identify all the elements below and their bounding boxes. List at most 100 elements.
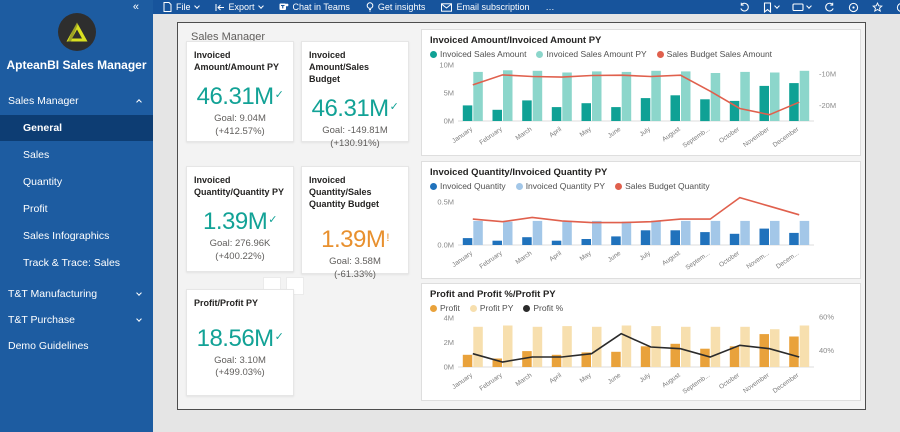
bar[interactable]: [770, 221, 780, 245]
bar[interactable]: [760, 229, 770, 245]
get-insights-button[interactable]: Get insights: [366, 2, 426, 12]
kpi-card-invoiced-quantity-py[interactable]: Invoiced Quantity/Quantity PY 1.39M✓ Goa…: [186, 166, 294, 272]
sidebar-item-profit[interactable]: Profit: [0, 196, 153, 222]
legend-item[interactable]: Profit: [430, 303, 460, 313]
chat-in-teams-button[interactable]: Chat in Teams: [279, 2, 350, 12]
bar[interactable]: [522, 100, 532, 121]
bar[interactable]: [611, 107, 621, 121]
bar[interactable]: [463, 355, 473, 367]
bar[interactable]: [592, 71, 602, 121]
bar[interactable]: [562, 73, 572, 122]
bar[interactable]: [681, 221, 691, 245]
bar[interactable]: [671, 230, 681, 245]
legend-item[interactable]: Invoiced Quantity: [430, 181, 506, 191]
bar[interactable]: [651, 71, 661, 121]
comments-button[interactable]: [848, 2, 859, 13]
sidebar-item-sales[interactable]: Sales: [0, 142, 153, 168]
bar[interactable]: [789, 83, 799, 121]
kpi-card-invoiced-amount-budget[interactable]: Invoiced Amount/Sales Budget 46.31M✓ Goa…: [301, 41, 409, 142]
refresh-button[interactable]: [824, 2, 835, 13]
bar[interactable]: [622, 72, 632, 121]
chart-invoiced-amount[interactable]: Invoiced Amount/Invoiced Amount PY Invoi…: [421, 29, 861, 156]
chart-profit[interactable]: Profit and Profit %/Profit PY ProfitProf…: [421, 283, 861, 401]
legend-item[interactable]: Invoiced Quantity PY: [516, 181, 605, 191]
bar[interactable]: [740, 221, 750, 245]
bar[interactable]: [641, 230, 651, 245]
kpi-card-profit-py[interactable]: Profit/Profit PY 18.56M✓ Goal: 3.10M(+49…: [186, 289, 294, 396]
legend-item[interactable]: Profit %: [523, 303, 563, 313]
bookmarks-button[interactable]: [763, 2, 779, 13]
bar[interactable]: [533, 327, 543, 367]
bar[interactable]: [562, 326, 572, 367]
chart-plot[interactable]: 10M5M0M-10M-20MJanuaryFebruaryMarchApril…: [430, 59, 854, 151]
email-subscription-button[interactable]: Email subscription: [441, 2, 529, 12]
reset-button[interactable]: [739, 2, 750, 13]
chart-plot[interactable]: 4M2M0M60%40%JanuaryFebruaryMarchAprilMay…: [430, 313, 854, 397]
more-options-button[interactable]: …: [545, 2, 554, 12]
bar[interactable]: [582, 239, 592, 245]
bar[interactable]: [800, 71, 810, 121]
bar[interactable]: [552, 107, 562, 121]
sidebar-collapse-icon[interactable]: «: [133, 1, 139, 13]
legend-item[interactable]: Sales Budget Sales Amount: [657, 49, 772, 59]
bar[interactable]: [533, 221, 543, 245]
line-series[interactable]: [473, 334, 799, 362]
bar[interactable]: [730, 234, 740, 245]
legend-item[interactable]: Sales Budget Quantity: [615, 181, 710, 191]
bar[interactable]: [533, 71, 543, 121]
bar[interactable]: [740, 72, 750, 121]
bar[interactable]: [760, 334, 770, 367]
bar[interactable]: [473, 72, 483, 121]
view-button[interactable]: [792, 2, 811, 12]
bar[interactable]: [800, 326, 810, 368]
bar[interactable]: [711, 327, 721, 367]
bar[interactable]: [611, 236, 621, 245]
chart-invoiced-quantity[interactable]: Invoiced Quantity/Invoiced Quantity PY I…: [421, 161, 861, 279]
export-menu[interactable]: Export: [215, 2, 263, 12]
bar[interactable]: [700, 349, 710, 367]
bar[interactable]: [651, 221, 661, 245]
bar[interactable]: [611, 352, 621, 367]
sidebar-section-sales-manager[interactable]: Sales Manager: [0, 88, 153, 114]
kpi-card-invoiced-quantity-budget[interactable]: Invoiced Quantity/Sales Quantity Budget …: [301, 166, 409, 274]
bar[interactable]: [622, 222, 632, 245]
bar[interactable]: [592, 221, 602, 245]
chart-plot[interactable]: 0.5M0.0MJanuaryFebruaryMarchAprilMayJune…: [430, 191, 854, 275]
bar[interactable]: [622, 326, 632, 368]
line-series[interactable]: [473, 75, 799, 115]
sidebar-item-demo-guidelines[interactable]: Demo Guidelines: [0, 333, 153, 359]
bar[interactable]: [760, 86, 770, 121]
bar[interactable]: [473, 327, 483, 367]
bar[interactable]: [681, 327, 691, 367]
bar[interactable]: [562, 221, 572, 245]
sidebar-item-track-trace-sales[interactable]: Track & Trace: Sales: [0, 250, 153, 276]
bar[interactable]: [463, 105, 473, 121]
bar[interactable]: [493, 241, 503, 245]
help-button[interactable]: [896, 2, 900, 13]
bar[interactable]: [473, 221, 483, 245]
line-series[interactable]: [473, 198, 799, 223]
bar[interactable]: [641, 346, 651, 367]
kpi-card-invoiced-amount-py[interactable]: Invoiced Amount/Amount PY 46.31M✓ Goal: …: [186, 41, 294, 142]
sidebar-section-tt-purchase[interactable]: T&T Purchase: [0, 307, 153, 333]
sidebar-item-sales-infographics[interactable]: Sales Infographics: [0, 223, 153, 249]
bar[interactable]: [671, 344, 681, 367]
bar[interactable]: [503, 70, 513, 121]
favorite-button[interactable]: [872, 2, 883, 13]
bar[interactable]: [711, 221, 721, 245]
legend-item[interactable]: Invoiced Sales Amount PY: [536, 49, 646, 59]
bar[interactable]: [770, 329, 780, 367]
legend-item[interactable]: Invoiced Sales Amount: [430, 49, 526, 59]
bar[interactable]: [592, 327, 602, 367]
bar[interactable]: [700, 232, 710, 245]
sidebar-item-general[interactable]: General: [0, 115, 153, 141]
bar[interactable]: [503, 222, 513, 245]
bar[interactable]: [641, 98, 651, 121]
legend-item[interactable]: Profit PY: [470, 303, 514, 313]
bar[interactable]: [671, 95, 681, 121]
file-menu[interactable]: File: [163, 2, 199, 12]
bar[interactable]: [582, 103, 592, 121]
sidebar-section-tt-manufacturing[interactable]: T&T Manufacturing: [0, 281, 153, 307]
sidebar-item-quantity[interactable]: Quantity: [0, 169, 153, 195]
bar[interactable]: [700, 99, 710, 121]
